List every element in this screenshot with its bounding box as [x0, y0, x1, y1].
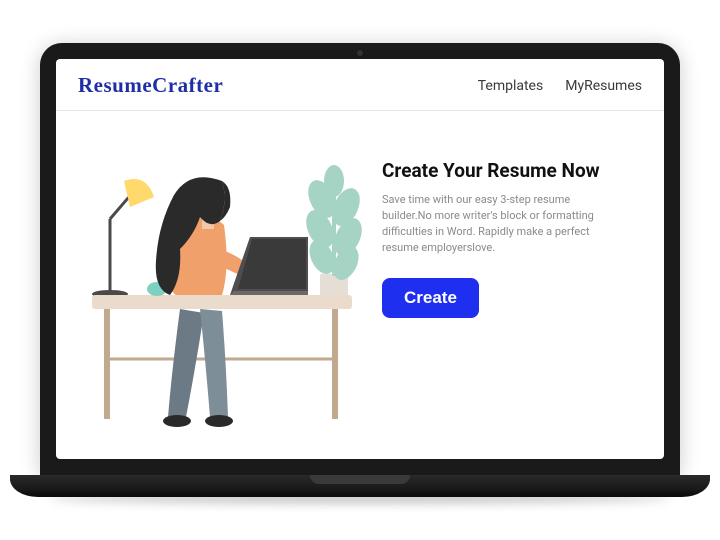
laptop-frame: ResumeCrafter Templates MyResumes: [40, 43, 680, 497]
woman-leg-front: [200, 309, 228, 417]
hero-illustration: [72, 129, 372, 459]
create-button[interactable]: Create: [382, 278, 479, 318]
nav-link-myresumes[interactable]: MyResumes: [565, 78, 642, 94]
shoe-icon: [163, 415, 191, 427]
shoe-icon: [205, 415, 233, 427]
hero-copy: Create Your Resume Now Save time with ou…: [382, 129, 636, 459]
hero-section: Create Your Resume Now Save time with ou…: [56, 111, 664, 459]
brand-logo[interactable]: ResumeCrafter: [78, 73, 223, 98]
nav-link-templates[interactable]: Templates: [478, 78, 544, 94]
laptop-screen-bezel: ResumeCrafter Templates MyResumes: [40, 43, 680, 475]
app-viewport: ResumeCrafter Templates MyResumes: [56, 59, 664, 459]
woman-leg-back: [168, 309, 204, 417]
nav-links: Templates MyResumes: [478, 78, 642, 94]
top-nav: ResumeCrafter Templates MyResumes: [56, 59, 664, 111]
hero-headline: Create Your Resume Now: [382, 159, 636, 182]
plant-icon: [301, 165, 368, 296]
laptop-icon: [230, 237, 308, 295]
laptop-base: [10, 475, 710, 497]
woman-at-desk-illustration: [72, 129, 372, 449]
hero-subtext: Save time with our easy 3-step resume bu…: [382, 192, 612, 256]
lamp-icon: [92, 179, 154, 298]
